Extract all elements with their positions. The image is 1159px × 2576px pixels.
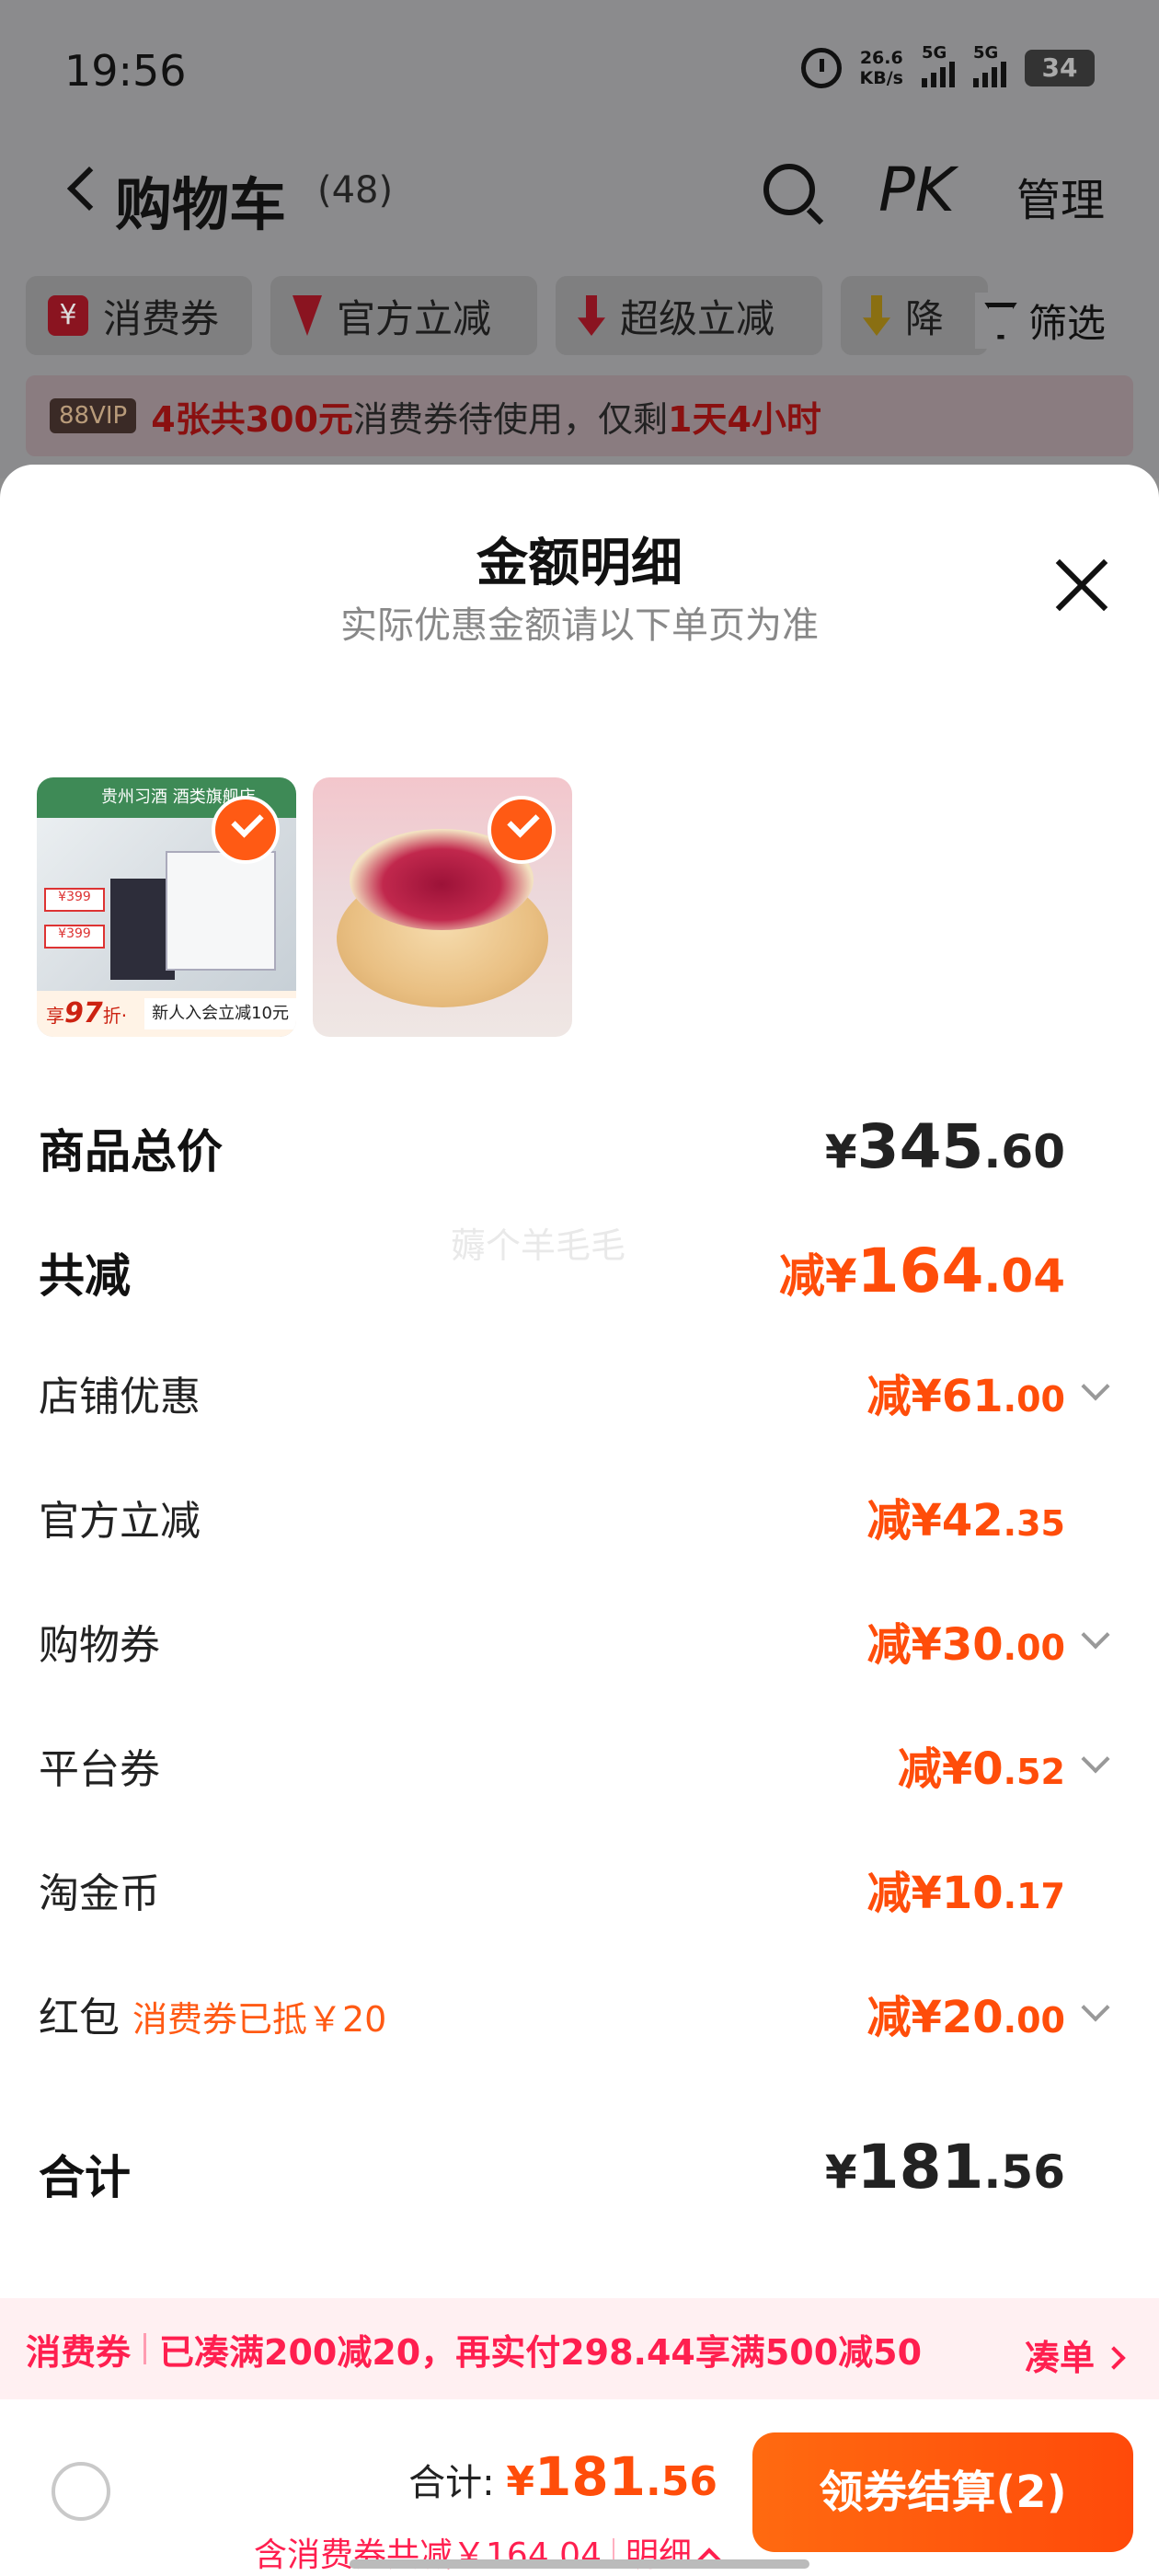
checkout-button[interactable]: 领券结算(2) [752,2432,1133,2552]
sheet-title: 金额明细 [476,534,683,593]
row-amount: 减¥164.04 [778,1236,1065,1306]
yen-coupon-icon: ¥ [48,295,88,336]
row-amount: 减¥42.35 [866,1495,1065,1547]
chip-price-drop[interactable]: 降 [841,276,988,355]
vip-badge: 88VIP [50,398,137,433]
amount-row: 商品总价 ¥345.60 [0,1106,1159,1182]
alarm-icon [800,48,842,88]
status-bar: 19:56 26.6 KB/s 5G 5G 34 [0,0,1159,138]
network-speed: 26.6 KB/s [859,48,903,88]
signal-5g-icon: 5G [922,43,955,87]
row-label: 购物券 [39,1622,160,1669]
page-title: 购物车 [115,171,287,238]
row-amount: 减¥10.17 [866,1868,1065,1919]
cart-count: (48) [317,169,394,212]
amount-row[interactable]: 店铺优惠 减¥61.00 [0,1354,1159,1428]
battery-icon: 34 [1025,50,1095,86]
status-icons: 26.6 KB/s 5G 5G 34 [800,43,1095,88]
funnel-icon [984,302,1017,339]
row-amount: ¥345.60 [824,1111,1065,1182]
promo-tag: 消费券 [26,2331,132,2373]
amount-row[interactable]: 购物券 减¥30.00 [0,1603,1159,1676]
amount-row: 淘金币 减¥10.17 [0,1851,1159,1925]
home-indicator [350,2559,809,2569]
amount-row[interactable]: 红包 消费券已抵￥20 减¥20.00 [0,1975,1159,2049]
saved-summary: 含消费券共减￥164.04 明细 [254,2528,717,2576]
chip-official-discount[interactable]: 官方立减 [270,276,537,355]
row-label: 商品总价 [39,1125,223,1179]
cart-header: 购物车 (48) PK 管理 [0,147,1159,239]
product-thumbnail-liquor[interactable]: 贵州习酒 酒类旗舰店 ¥399 ¥399 享97折· 新人入会立减10元 [37,777,296,1037]
back-icon[interactable] [66,166,112,212]
filter-button[interactable]: 筛选 [975,293,1107,349]
total-amount: ¥181.56 [506,2445,717,2508]
row-label: 共减 [39,1249,131,1303]
row-amount: 减¥30.00 [866,1619,1065,1671]
pk-button[interactable]: PK [878,155,955,225]
select-all-checkbox[interactable] [52,2462,110,2521]
filter-chips: ¥ 消费券 官方立减 超级立减 降 筛选 [0,276,1159,359]
vip-coupon-notice[interactable]: 88VIP 4张共300元 消费券待使用，仅剩 1天4小时 [26,375,1133,456]
row-label: 店铺优惠 [39,1374,201,1420]
chevron-down-icon[interactable] [1081,1372,1110,1401]
row-amount: 减¥0.52 [897,1743,1065,1795]
row-label: 淘金币 [39,1870,160,1917]
total-line: 合计: ¥181.56 [408,2445,717,2508]
manage-button[interactable]: 管理 [1016,164,1105,228]
row-note: 消费券已抵￥20 [132,1999,387,2040]
checkmark-icon[interactable] [488,796,556,864]
row-label: 官方立减 [39,1498,201,1545]
amount-detail-sheet: 金额明细 实际优惠金额请以下单页为准 贵州习酒 酒类旗舰店 ¥399 ¥399 … [0,465,1159,2576]
down-arrow-icon [578,295,605,336]
chevron-down-icon[interactable] [1081,1620,1110,1650]
coupon-progress-bar[interactable]: 消费券 已凑满200减20，再实付298.44享满500减50 凑单 [0,2298,1159,2399]
chevron-down-icon[interactable] [1081,1744,1110,1774]
row-amount: ¥181.56 [824,2132,1065,2202]
close-icon[interactable] [1053,557,1110,614]
chip-coupon[interactable]: ¥ 消费券 [26,276,252,355]
promo-text: 已凑满200减20，再实付298.44享满500减50 [159,2331,923,2373]
row-label: 平台券 [39,1746,160,1793]
product-thumbnail-flower-cake[interactable] [313,777,572,1037]
detail-toggle[interactable]: 明细 [625,2528,717,2576]
row-label: 合计 [39,2151,131,2204]
status-time: 19:56 [64,46,187,96]
amount-row: 共减 减¥164.04 [0,1230,1159,1306]
chevron-down-icon[interactable] [1081,1993,1110,2022]
amount-row[interactable]: 平台券 减¥0.52 [0,1727,1159,1800]
row-amount: 减¥61.00 [866,1371,1065,1422]
add-items-link[interactable]: 凑单 [1025,2329,1122,2380]
amount-row: 合计 ¥181.56 [0,2132,1159,2205]
row-label: 红包 消费券已抵￥20 [39,1995,387,2041]
search-icon[interactable] [763,164,815,215]
signal-5g-icon-2: 5G [973,43,1006,87]
lightning-icon [293,295,322,336]
row-amount: 减¥20.00 [866,1992,1065,2043]
checkmark-icon[interactable] [212,796,280,864]
checkout-bar: 合计: ¥181.56 含消费券共减￥164.04 明细 领券结算(2) [0,2399,1159,2576]
down-arrow-icon [863,295,890,336]
chip-super-discount[interactable]: 超级立减 [556,276,822,355]
sheet-subtitle: 实际优惠金额请以下单页为准 [340,604,819,647]
amount-row: 官方立减 减¥42.35 [0,1478,1159,1552]
cart-page-background: 19:56 26.6 KB/s 5G 5G 34 购物车 (48) PK 管理 [0,0,1159,478]
